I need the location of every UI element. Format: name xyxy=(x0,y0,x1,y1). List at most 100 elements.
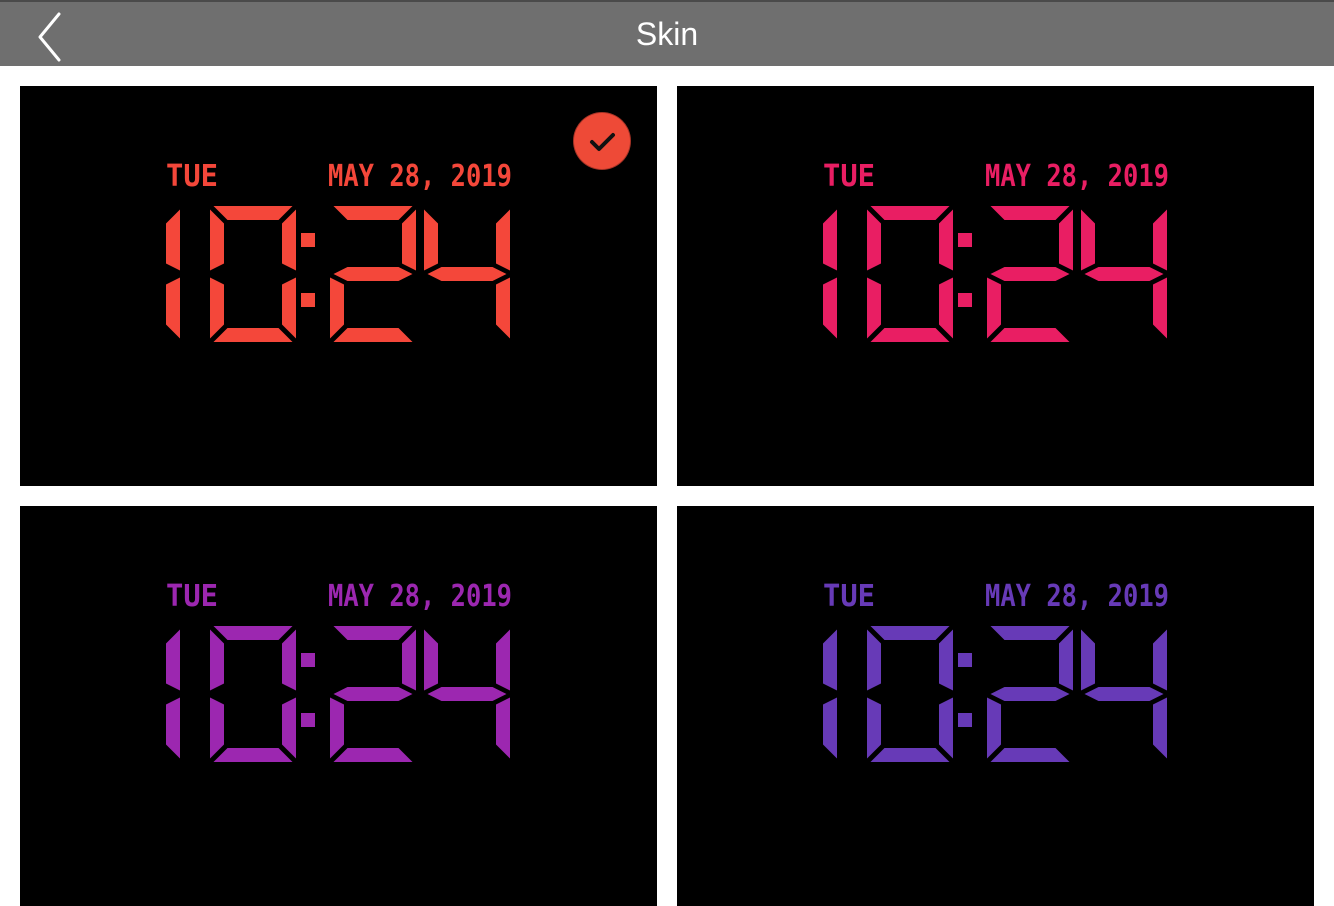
clock-date: MAY 28, 2019 xyxy=(985,159,1169,194)
digit-segment xyxy=(424,209,438,271)
clock-digit xyxy=(330,626,416,762)
clock-colon-dot xyxy=(301,233,315,247)
skin-tile-pink[interactable]: TUE MAY 28, 2019 xyxy=(677,86,1314,486)
clock-digit xyxy=(166,209,180,339)
clock-colon-dot xyxy=(958,233,972,247)
clock-digit xyxy=(987,206,1073,342)
digit-segment xyxy=(870,626,950,640)
digit-segment xyxy=(867,277,881,339)
clock-preview: TUE MAY 28, 2019 xyxy=(166,159,512,342)
digit-segment xyxy=(1084,267,1164,281)
clock-digit xyxy=(166,629,180,759)
clock-digit xyxy=(1081,629,1167,759)
digit-segment xyxy=(496,277,510,339)
digit-segment xyxy=(210,277,224,339)
clock-date: MAY 28, 2019 xyxy=(328,579,512,614)
clock-colon-dot xyxy=(958,653,972,667)
clock-day: TUE xyxy=(166,159,218,194)
digit-segment xyxy=(867,629,881,691)
clock-digit xyxy=(867,626,953,762)
digit-segment xyxy=(210,697,224,759)
digit-segment xyxy=(333,687,413,701)
digit-segment xyxy=(213,748,293,762)
digit-segment xyxy=(1081,629,1095,691)
digit-segment xyxy=(333,267,413,281)
clock-digit xyxy=(210,626,296,762)
digit-segment xyxy=(1081,209,1095,271)
digit-segment xyxy=(402,629,416,691)
digit-segment xyxy=(1059,629,1073,691)
digit-segment xyxy=(939,629,953,691)
digit-segment xyxy=(333,328,413,342)
digit-segment xyxy=(870,328,950,342)
clock-date: MAY 28, 2019 xyxy=(985,579,1169,614)
digit-segment xyxy=(424,629,438,691)
clock-digit xyxy=(823,629,837,759)
digit-segment xyxy=(987,277,1001,339)
digit-segment xyxy=(427,687,507,701)
digit-segment xyxy=(427,267,507,281)
clock-colon-dot xyxy=(301,713,315,727)
clock-digit xyxy=(424,629,510,759)
digit-segment xyxy=(210,629,224,691)
digit-segment xyxy=(867,209,881,271)
clock-digit xyxy=(424,209,510,339)
digit-segment xyxy=(939,277,953,339)
digit-segment xyxy=(1153,209,1167,271)
digit-segment xyxy=(166,209,180,271)
digit-segment xyxy=(990,206,1070,220)
skin-tile-red[interactable]: TUE MAY 28, 2019 xyxy=(20,86,657,486)
clock-digit xyxy=(987,626,1073,762)
digit-segment xyxy=(987,697,1001,759)
digit-segment xyxy=(990,267,1070,281)
digit-segment xyxy=(990,328,1070,342)
clock-digit xyxy=(1081,209,1167,339)
digit-segment xyxy=(330,277,344,339)
digit-segment xyxy=(823,277,837,339)
digit-segment xyxy=(213,206,293,220)
selected-checkmark xyxy=(573,112,631,170)
clock-colon-dot xyxy=(301,653,315,667)
digit-segment xyxy=(939,209,953,271)
checkmark-icon xyxy=(590,133,615,151)
digit-segment xyxy=(990,626,1070,640)
digit-segment xyxy=(1084,687,1164,701)
digit-segment xyxy=(867,697,881,759)
clock-day: TUE xyxy=(823,579,875,614)
digit-segment xyxy=(166,277,180,339)
digit-segment xyxy=(166,697,180,759)
digit-segment xyxy=(402,209,416,271)
digit-segment xyxy=(282,277,296,339)
clock-colon-dot xyxy=(958,293,972,307)
digit-segment xyxy=(990,748,1070,762)
digit-segment xyxy=(333,626,413,640)
digit-segment xyxy=(213,328,293,342)
clock-digit xyxy=(210,206,296,342)
digit-segment xyxy=(282,697,296,759)
clock-colon-dot xyxy=(301,293,315,307)
digit-segment xyxy=(333,206,413,220)
clock-colon-dot xyxy=(958,713,972,727)
digit-segment xyxy=(870,748,950,762)
clock-preview: TUE MAY 28, 2019 xyxy=(823,579,1169,762)
skin-tile-violet[interactable]: TUE MAY 28, 2019 xyxy=(677,506,1314,906)
digit-segment xyxy=(823,209,837,271)
digit-segment xyxy=(496,209,510,271)
clock-date: MAY 28, 2019 xyxy=(328,159,512,194)
page-title: Skin xyxy=(635,16,699,52)
clock-digit xyxy=(330,206,416,342)
digit-segment xyxy=(1153,277,1167,339)
digit-segment xyxy=(166,629,180,691)
clock-digit xyxy=(867,206,953,342)
digit-segment xyxy=(282,209,296,271)
digit-segment xyxy=(1153,697,1167,759)
digit-segment xyxy=(990,687,1070,701)
digit-segment xyxy=(330,697,344,759)
digit-segment xyxy=(333,748,413,762)
digit-segment xyxy=(939,697,953,759)
digit-segment xyxy=(870,206,950,220)
clock-preview: TUE MAY 28, 2019 xyxy=(166,579,512,762)
clock-digit xyxy=(823,209,837,339)
digit-segment xyxy=(282,629,296,691)
skin-tile-purple[interactable]: TUE MAY 28, 2019 xyxy=(20,506,657,906)
